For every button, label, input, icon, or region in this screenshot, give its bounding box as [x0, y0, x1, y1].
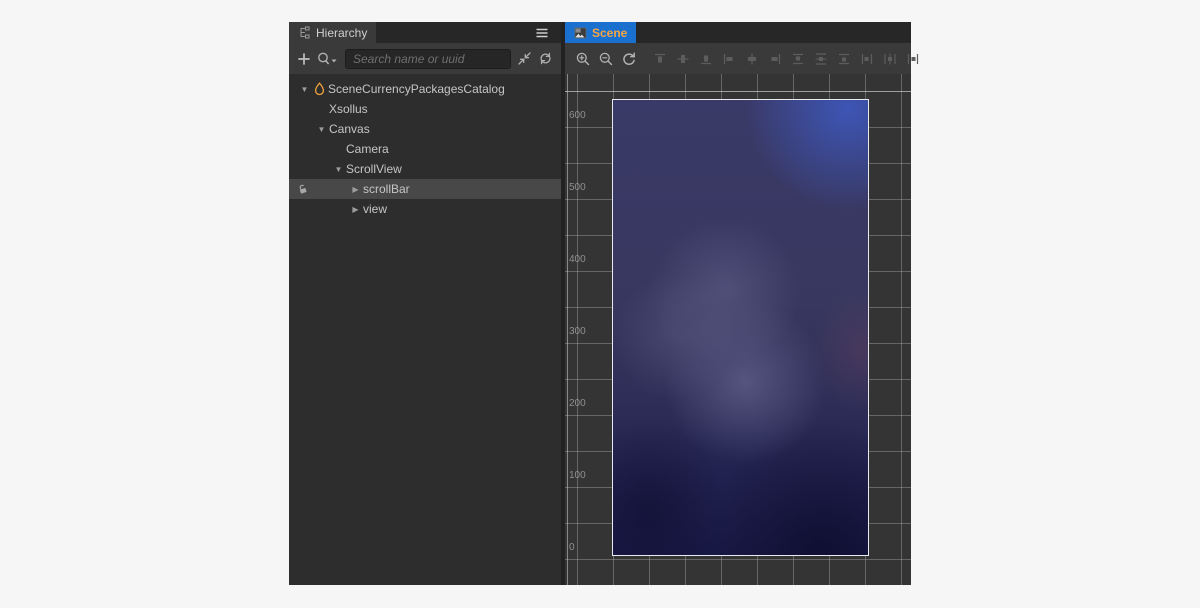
- collapse-all-button[interactable]: [517, 51, 532, 66]
- tree-node-view[interactable]: ▶view: [289, 199, 561, 219]
- tree-node-Canvas[interactable]: ▼Canvas: [289, 119, 561, 139]
- zoom-out-button[interactable]: [598, 50, 614, 68]
- hierarchy-tabbar: Hierarchy: [289, 22, 561, 43]
- reset-view-icon: [621, 51, 637, 67]
- scene-viewport[interactable]: 600 500 400 300 200 100 0: [565, 74, 911, 585]
- ruler-label-200: 200: [569, 399, 586, 409]
- align-left-button[interactable]: [721, 50, 737, 68]
- ruler-baseline-vertical: [567, 74, 568, 585]
- zoom-in-button[interactable]: [575, 50, 591, 68]
- align-h-center-icon: [745, 52, 759, 66]
- expand-arrow-icon[interactable]: ▶: [350, 179, 361, 199]
- ruler-label-400: 400: [569, 255, 586, 265]
- scene-flame-icon: [312, 82, 326, 96]
- distribute-top-icon: [791, 52, 805, 66]
- expand-arrow-icon[interactable]: ▼: [316, 119, 327, 139]
- scene-toolbar: [565, 43, 911, 74]
- search-input[interactable]: [345, 49, 511, 69]
- distribute-v-center-icon: [814, 52, 828, 66]
- hierarchy-tab-label: Hierarchy: [316, 26, 367, 40]
- ruler-label-600: 600: [569, 111, 586, 121]
- align-top-icon: [653, 52, 667, 66]
- editor-window: Hierarchy ▼SceneCurrencyPackagesCatalogX…: [289, 22, 911, 585]
- expand-arrow-icon[interactable]: ▶: [350, 199, 361, 219]
- lock-open-icon[interactable]: [297, 183, 309, 195]
- search-filter-button[interactable]: [317, 51, 339, 66]
- reset-view-button[interactable]: [621, 50, 637, 68]
- ruler-label-300: 300: [569, 327, 586, 337]
- ruler-label-500: 500: [569, 183, 586, 193]
- tree-node-label: SceneCurrencyPackagesCatalog: [328, 79, 505, 99]
- tab-scene[interactable]: Scene: [565, 22, 636, 43]
- distribute-h-center-button[interactable]: [882, 50, 898, 68]
- expand-arrow-icon[interactable]: ▼: [333, 159, 344, 179]
- scene-tab-label: Scene: [592, 26, 627, 40]
- tree-node-label: Canvas: [329, 119, 370, 139]
- distribute-left-icon: [860, 52, 874, 66]
- distribute-right-icon: [906, 52, 920, 66]
- hierarchy-panel: Hierarchy ▼SceneCurrencyPackagesCatalogX…: [289, 22, 561, 585]
- align-right-button[interactable]: [767, 50, 783, 68]
- ruler-baseline-horizontal: [565, 91, 911, 92]
- scene-image-icon: [574, 27, 587, 39]
- distribute-bottom-button[interactable]: [836, 50, 852, 68]
- ruler-label-0: 0: [569, 543, 575, 553]
- distribute-h-center-icon: [883, 52, 897, 66]
- scene-tabbar: Scene: [565, 22, 911, 43]
- hierarchy-menu-button[interactable]: [535, 22, 549, 43]
- hierarchy-tree: ▼SceneCurrencyPackagesCatalogXsollus▼Can…: [289, 74, 561, 585]
- ruler-label-100: 100: [569, 471, 586, 481]
- tree-node-scrollBar[interactable]: ▶scrollBar: [289, 179, 561, 199]
- scene-canvas-preview[interactable]: [612, 99, 869, 556]
- hierarchy-tree-icon: [298, 26, 311, 39]
- align-v-center-icon: [676, 52, 690, 66]
- hierarchy-toolbar: [289, 43, 561, 74]
- tree-node-label: view: [363, 199, 387, 219]
- tree-node-Xsollus[interactable]: Xsollus: [289, 99, 561, 119]
- tree-node-label: Camera: [346, 139, 389, 159]
- zoom-out-icon: [598, 51, 614, 67]
- distribute-top-button[interactable]: [790, 50, 806, 68]
- distribute-bottom-icon: [837, 52, 851, 66]
- tree-node-Camera[interactable]: Camera: [289, 139, 561, 159]
- distribute-right-button[interactable]: [905, 50, 921, 68]
- align-bottom-icon: [699, 52, 713, 66]
- menu-icon: [535, 27, 549, 39]
- tree-node-label: ScrollView: [346, 159, 402, 179]
- zoom-in-icon: [575, 51, 591, 67]
- tree-node-ScrollView[interactable]: ▼ScrollView: [289, 159, 561, 179]
- align-right-icon: [768, 52, 782, 66]
- align-top-button[interactable]: [652, 50, 668, 68]
- align-left-icon: [722, 52, 736, 66]
- align-v-center-button[interactable]: [675, 50, 691, 68]
- add-node-button[interactable]: [297, 52, 311, 66]
- tree-node-label: scrollBar: [363, 179, 410, 199]
- distribute-left-button[interactable]: [859, 50, 875, 68]
- expand-arrow-icon[interactable]: ▼: [299, 79, 310, 99]
- align-bottom-button[interactable]: [698, 50, 714, 68]
- tree-node-SceneCurrencyPackagesCatalog[interactable]: ▼ SceneCurrencyPackagesCatalog: [289, 79, 561, 99]
- distribute-v-center-button[interactable]: [813, 50, 829, 68]
- align-h-center-button[interactable]: [744, 50, 760, 68]
- tree-node-label: Xsollus: [329, 99, 368, 119]
- refresh-button[interactable]: [538, 51, 553, 66]
- tab-hierarchy[interactable]: Hierarchy: [289, 22, 376, 43]
- scene-panel: Scene 600 500 400 300 200 100 0: [565, 22, 911, 585]
